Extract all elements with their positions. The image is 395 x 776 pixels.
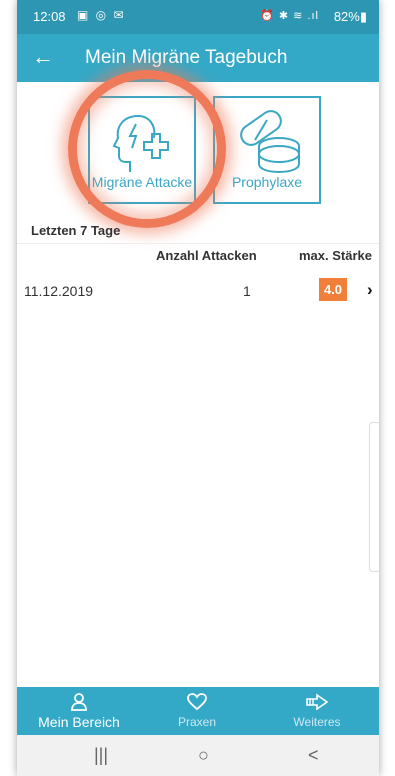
home-button[interactable]: ○ (198, 745, 209, 766)
bottom-nav: Mein Bereich Praxen Weiteres (17, 687, 379, 735)
status-time: 12:08 (33, 9, 66, 24)
status-bar: 12:08 ▣ ◎ ✉ ⏰ ✱ ≋ .ıl 82%▮ (17, 0, 379, 34)
nav-weiteres-label: Weiteres (293, 715, 341, 729)
system-back-button[interactable]: < (308, 745, 319, 766)
battery-indicator: 82%▮ (333, 9, 367, 24)
signal-icons: ⏰ ✱ ≋ .ıl (260, 10, 319, 22)
migraine-attack-label: Migräne Attacke (91, 174, 193, 190)
phone-screen: 12:08 ▣ ◎ ✉ ⏰ ✱ ≋ .ıl 82%▮ ← Mein Migrän… (17, 0, 379, 776)
nav-praxen[interactable]: Praxen (137, 687, 257, 735)
page-title: Mein Migräne Tagebuch (85, 47, 288, 68)
table-header: Anzahl Attacken max. Stärke (17, 243, 379, 264)
max-strength-badge: 4.0 (319, 278, 347, 301)
section-title: Letzten 7 Tage (31, 223, 121, 238)
system-nav-bar: ||| ○ < (17, 735, 379, 776)
pills-icon (240, 110, 300, 174)
prophylaxis-label: Prophylaxe (231, 174, 303, 190)
prophylaxis-button[interactable]: Prophylaxe (213, 96, 321, 204)
person-icon (71, 693, 87, 711)
head-plus-icon (112, 115, 169, 172)
row-date: 11.12.2019 (24, 283, 94, 299)
column-header-attacks: Anzahl Attacken (156, 248, 257, 263)
heart-icon (187, 693, 207, 711)
table-row[interactable]: 11.12.2019 1 4.0 › (17, 275, 379, 305)
scrollbar[interactable] (369, 422, 379, 572)
app-bar: ← Mein Migräne Tagebuch (17, 34, 379, 82)
nav-weiteres[interactable]: Weiteres (257, 687, 377, 735)
nav-mein-bereich[interactable]: Mein Bereich (19, 687, 139, 735)
column-header-max-strength: max. Stärke (299, 248, 372, 263)
chevron-right-icon[interactable]: › (367, 280, 373, 300)
nav-praxen-label: Praxen (177, 715, 217, 729)
nav-mein-bereich-label: Mein Bereich (38, 714, 120, 730)
back-arrow-icon[interactable]: ← (31, 45, 55, 69)
recent-apps-button[interactable]: ||| (94, 745, 108, 766)
row-attack-count: 1 (243, 283, 251, 299)
arrow-right-icon (306, 693, 329, 711)
notification-icons: ▣ ◎ ✉ (77, 8, 126, 22)
migraine-attack-button[interactable]: Migräne Attacke (88, 96, 196, 204)
